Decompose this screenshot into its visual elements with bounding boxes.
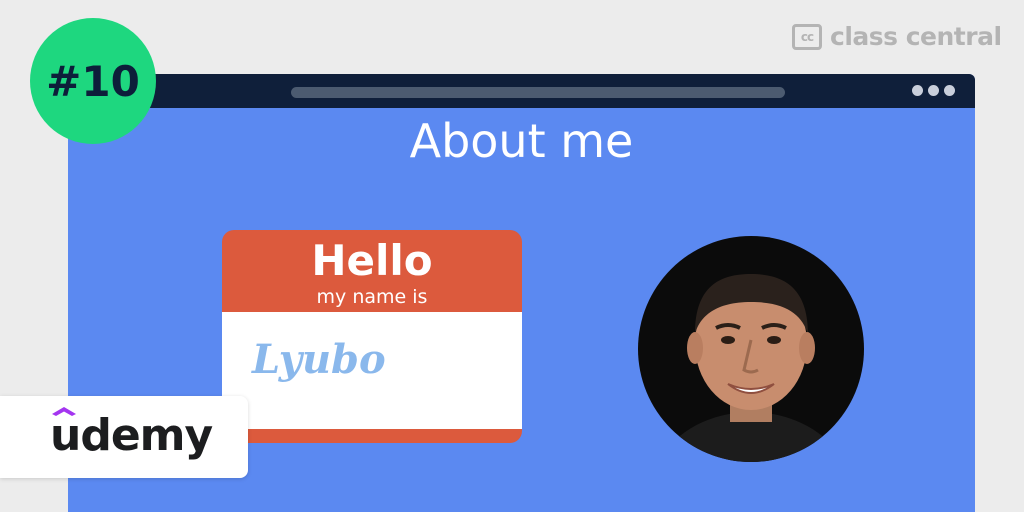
class-central-mark-icon: cc: [792, 23, 822, 50]
name-tag-name: Lyubo: [252, 336, 386, 383]
address-bar[interactable]: [291, 87, 785, 98]
dot: [912, 85, 923, 96]
name-tag-writing-area: Lyubo: [222, 312, 522, 429]
udemy-logo-card: udemy: [0, 396, 248, 478]
rank-badge: #10: [30, 18, 156, 144]
class-central-wordmark: class central: [830, 22, 1002, 51]
dot: [944, 85, 955, 96]
dot: [928, 85, 939, 96]
page-title: About me: [409, 114, 634, 168]
instructor-photo-icon: [658, 274, 844, 462]
class-central-logo: cc class central: [792, 22, 1002, 51]
name-tag: Hello my name is Lyubo: [222, 230, 522, 443]
browser-titlebar: [68, 74, 975, 108]
more-dots-icon[interactable]: [912, 85, 955, 96]
udemy-wordmark: udemy: [50, 410, 213, 461]
name-tag-subtitle: my name is: [316, 286, 428, 308]
name-tag-greeting: Hello: [311, 236, 433, 285]
instructor-avatar: [638, 236, 864, 462]
